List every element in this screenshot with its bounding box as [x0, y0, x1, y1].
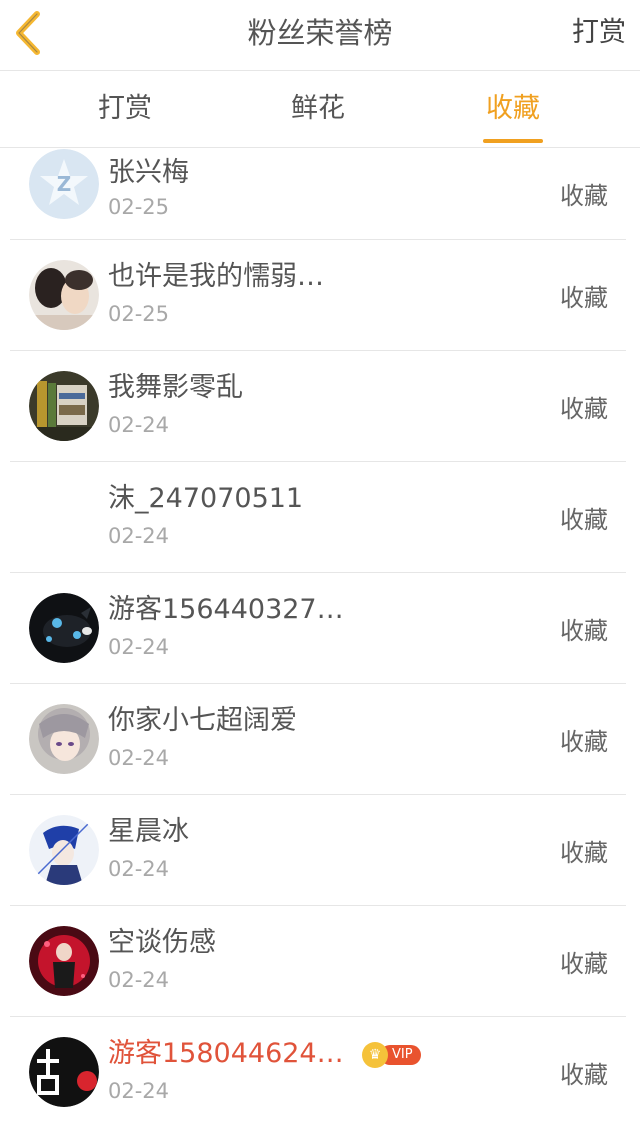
avatar[interactable]	[29, 926, 99, 996]
action-label: 收藏	[560, 949, 608, 978]
action-label: 收藏	[560, 283, 608, 312]
avatar[interactable]: Z	[29, 149, 99, 219]
anime-boy-avatar-icon	[29, 815, 99, 885]
date-label: 02-24	[108, 524, 170, 548]
avatar[interactable]	[29, 704, 99, 774]
user-name: 沫_247070511	[108, 483, 304, 514]
tab-flowers[interactable]: 鲜花	[263, 71, 373, 147]
books-avatar-icon	[29, 371, 99, 441]
list-item[interactable]: 我舞影零乱 02-24 收藏	[10, 351, 626, 462]
crown-icon: ♛	[362, 1042, 388, 1068]
user-name: 我舞影零乱	[108, 372, 243, 403]
top-bar: 粉丝荣誉榜 打赏	[0, 0, 640, 71]
user-name: 游客156440327…	[108, 594, 344, 625]
list-item[interactable]: 沫_247070511 02-24 收藏	[10, 462, 626, 573]
dark-creature-avatar-icon	[29, 593, 99, 663]
tab-reward[interactable]: 打赏	[70, 71, 180, 147]
action-label: 收藏	[560, 838, 608, 867]
tab-bar: 打赏 鲜花 收藏	[0, 71, 640, 148]
anime-girl-avatar-icon	[29, 704, 99, 774]
list-item[interactable]: Z 张兴梅 02-25 收藏	[10, 148, 626, 240]
list-item[interactable]: 也许是我的懦弱… 02-25 收藏	[10, 240, 626, 351]
user-name: 游客158044624…	[108, 1038, 344, 1069]
date-label: 02-24	[108, 746, 170, 770]
list-item[interactable]: 空谈伤感 02-24 收藏	[10, 906, 626, 1017]
date-label: 02-24	[108, 1079, 170, 1103]
avatar[interactable]	[29, 371, 99, 441]
tab-label: 打赏	[98, 93, 152, 124]
user-name: 张兴梅	[108, 157, 189, 188]
action-label: 收藏	[560, 182, 608, 210]
page-title: 粉丝荣誉榜	[247, 16, 393, 50]
date-label: 02-24	[108, 968, 170, 992]
tab-label: 收藏	[486, 93, 540, 124]
date-label: 02-24	[108, 857, 170, 881]
user-name: 也许是我的懦弱…	[108, 261, 324, 292]
list-item[interactable]: 星晨冰 02-24 收藏	[10, 795, 626, 906]
qq-default-avatar-icon: Z	[29, 149, 99, 219]
list-item[interactable]: 游客158044624… ♛ VIP 02-24 收藏	[10, 1017, 626, 1127]
svg-text:Z: Z	[57, 172, 72, 196]
avatar[interactable]	[29, 260, 99, 330]
user-name: 你家小七超阔爱	[108, 705, 297, 736]
reward-button[interactable]: 打赏	[572, 0, 626, 66]
tab-collect[interactable]: 收藏	[458, 71, 568, 147]
red-dark-avatar-icon	[29, 926, 99, 996]
photo-avatar-icon	[29, 260, 99, 330]
action-label: 收藏	[560, 616, 608, 645]
date-label: 02-24	[108, 635, 170, 659]
fan-list: Z 张兴梅 02-25 收藏 也许是我的懦弱… 02-25 收藏 我舞影零乱 0…	[0, 148, 640, 1127]
user-name: 星晨冰	[108, 816, 189, 847]
list-item[interactable]: 游客156440327… 02-24 收藏	[10, 573, 626, 684]
user-name: 空谈伤感	[108, 927, 216, 958]
action-label: 收藏	[560, 394, 608, 423]
list-item[interactable]: 你家小七超阔爱 02-24 收藏	[10, 684, 626, 795]
avatar[interactable]	[29, 1037, 99, 1107]
tab-label: 鲜花	[291, 93, 345, 124]
avatar[interactable]	[29, 593, 99, 663]
action-label: 收藏	[560, 727, 608, 756]
date-label: 02-24	[108, 413, 170, 437]
black-calligraphy-avatar-icon	[29, 1037, 99, 1107]
action-label: 收藏	[560, 505, 608, 534]
tab-underline	[483, 139, 543, 143]
action-label: 收藏	[560, 1060, 608, 1089]
avatar[interactable]	[29, 815, 99, 885]
vip-badge: ♛ VIP	[362, 1042, 421, 1068]
avatar[interactable]	[29, 482, 99, 552]
date-label: 02-25	[108, 302, 170, 326]
date-label: 02-25	[108, 195, 170, 219]
